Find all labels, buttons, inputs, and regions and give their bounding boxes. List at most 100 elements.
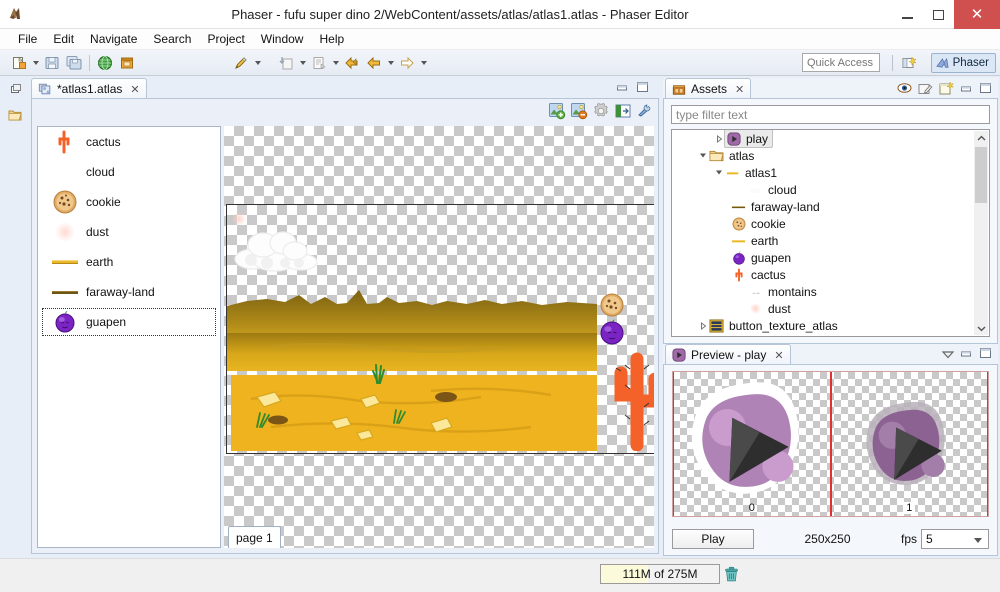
menu-help[interactable]: Help: [311, 30, 352, 48]
tree-item-montains[interactable]: montains: [672, 283, 989, 300]
heap-status[interactable]: 111M of 275M: [600, 564, 720, 584]
tree-item-cookie[interactable]: cookie: [672, 215, 989, 232]
menu-file[interactable]: File: [10, 30, 45, 48]
preview-frame-0[interactable]: 0: [673, 372, 831, 516]
tree-item-button-texture-atlas[interactable]: button_texture_atlas: [672, 317, 989, 334]
run-button[interactable]: [230, 52, 252, 74]
close-icon[interactable]: ✕: [130, 83, 139, 96]
preview-frame-index: 0: [748, 502, 755, 514]
menu-edit[interactable]: Edit: [45, 30, 82, 48]
page-tab[interactable]: page 1: [228, 526, 281, 548]
menu-project[interactable]: Project: [199, 30, 252, 48]
back-button[interactable]: [341, 52, 363, 74]
atlas-canvas[interactable]: page 1: [224, 126, 654, 548]
scroll-down-icon[interactable]: [974, 321, 988, 335]
add-image-icon[interactable]: [548, 102, 566, 123]
forward-dropdown-arrow[interactable]: [418, 52, 429, 74]
editor-minimize-button[interactable]: [616, 82, 629, 93]
tree-item-guapen[interactable]: guapen: [672, 249, 989, 266]
sprite-row-faraway-land[interactable]: faraway-land: [38, 277, 220, 307]
show-preview-icon[interactable]: [897, 82, 912, 97]
new-button[interactable]: [8, 52, 30, 74]
assets-maximize-button[interactable]: [979, 82, 992, 97]
chevron-down-icon[interactable]: [698, 147, 708, 164]
menu-search[interactable]: Search: [145, 30, 199, 48]
layout-icon[interactable]: [614, 102, 632, 123]
editor-tab-atlas1[interactable]: *atlas1.atlas ✕: [31, 78, 147, 99]
preview-tab-label: Preview - play: [691, 348, 767, 362]
profile-dropdown-arrow[interactable]: [330, 52, 341, 74]
tree-item-atlas1[interactable]: atlas1: [672, 164, 989, 181]
editor-maximize-button[interactable]: [636, 81, 649, 93]
tree-item-cloud[interactable]: cloud: [672, 181, 989, 198]
tree-item-earth[interactable]: earth: [672, 232, 989, 249]
menu-navigate[interactable]: Navigate: [82, 30, 145, 48]
build-icon[interactable]: [636, 102, 654, 123]
assets-tree-scrollbar[interactable]: [974, 131, 988, 335]
trash-icon[interactable]: [720, 563, 742, 585]
preview-frame-1[interactable]: 1: [830, 372, 988, 516]
chevron-right-icon[interactable]: [698, 317, 708, 334]
fps-label: fps: [900, 532, 917, 546]
previous-button[interactable]: [363, 52, 385, 74]
open-external-button[interactable]: [116, 52, 138, 74]
tree-item-atlas-folder[interactable]: atlas: [672, 147, 989, 164]
tree-item-play[interactable]: play: [672, 130, 989, 148]
restore-view-icon[interactable]: [0, 76, 30, 102]
sprite-row-cactus[interactable]: cactus: [38, 127, 220, 157]
menu-window[interactable]: Window: [253, 30, 312, 48]
close-button[interactable]: ✕: [954, 0, 1000, 29]
new-dropdown-arrow[interactable]: [30, 52, 41, 74]
edit-asset-icon[interactable]: [918, 82, 933, 98]
previous-dropdown-arrow[interactable]: [385, 52, 396, 74]
open-perspective-icon[interactable]: [900, 54, 918, 72]
close-icon[interactable]: ✕: [774, 349, 783, 362]
view-menu-icon[interactable]: [941, 348, 955, 362]
save-all-button[interactable]: [63, 52, 85, 74]
chevron-down-icon[interactable]: [974, 538, 982, 543]
chevron-down-icon[interactable]: [714, 164, 724, 181]
faraway-land-thumb: [52, 279, 78, 305]
assets-tree[interactable]: play atlas atlas1 cloud faraway-land coo…: [671, 129, 990, 337]
tree-item-faraway-land[interactable]: faraway-land: [672, 198, 989, 215]
quick-access-input[interactable]: Quick Access: [802, 53, 880, 72]
save-button[interactable]: [41, 52, 63, 74]
sprite-row-guapen[interactable]: guapen: [41, 307, 217, 337]
tree-label: dust: [768, 301, 791, 316]
sprite-list[interactable]: cactus cloud cookie dust earth faraway-l…: [37, 126, 221, 548]
perspective-tab-phaser[interactable]: Phaser: [930, 53, 996, 73]
assets-filter-input[interactable]: type filter text: [671, 105, 990, 124]
remove-image-icon[interactable]: [570, 102, 588, 123]
new-asset-icon[interactable]: [939, 81, 955, 98]
assets-tab[interactable]: Assets ✕: [665, 78, 752, 99]
play-button[interactable]: Play: [672, 529, 754, 549]
preview-view: Preview - play ✕ 0 1 Play 250x250 fps 5: [663, 344, 998, 556]
sprite-row-cloud[interactable]: cloud: [38, 157, 220, 187]
tree-item-dust[interactable]: dust: [672, 300, 989, 317]
preview-canvas[interactable]: 0 1: [672, 371, 989, 517]
sprite-row-cookie[interactable]: cookie: [38, 187, 220, 217]
open-browser-button[interactable]: [94, 52, 116, 74]
debug-dropdown-arrow[interactable]: [297, 52, 308, 74]
scroll-up-icon[interactable]: [974, 131, 988, 145]
tree-item-cactus[interactable]: cactus: [672, 266, 989, 283]
run-dropdown-arrow[interactable]: [252, 52, 263, 74]
fps-select[interactable]: 5: [921, 529, 989, 549]
chevron-right-icon[interactable]: [714, 130, 724, 147]
preview-tab[interactable]: Preview - play ✕: [665, 344, 791, 365]
close-icon[interactable]: ✕: [735, 83, 744, 96]
preview-view-body: 0 1 Play 250x250 fps 5: [663, 365, 998, 556]
project-explorer-icon[interactable]: [0, 102, 30, 128]
debug-button[interactable]: [275, 52, 297, 74]
preview-tab-row: Preview - play ✕: [663, 344, 998, 365]
maximize-button[interactable]: [923, 0, 954, 29]
preview-minimize-button[interactable]: [960, 348, 973, 362]
sprite-row-dust[interactable]: dust: [38, 217, 220, 247]
settings-icon[interactable]: [592, 102, 610, 123]
forward-button[interactable]: [396, 52, 418, 74]
preview-maximize-button[interactable]: [979, 347, 992, 362]
profile-button[interactable]: [308, 52, 330, 74]
minimize-button[interactable]: [892, 0, 923, 29]
sprite-row-earth[interactable]: earth: [38, 247, 220, 277]
assets-minimize-button[interactable]: [960, 83, 973, 97]
